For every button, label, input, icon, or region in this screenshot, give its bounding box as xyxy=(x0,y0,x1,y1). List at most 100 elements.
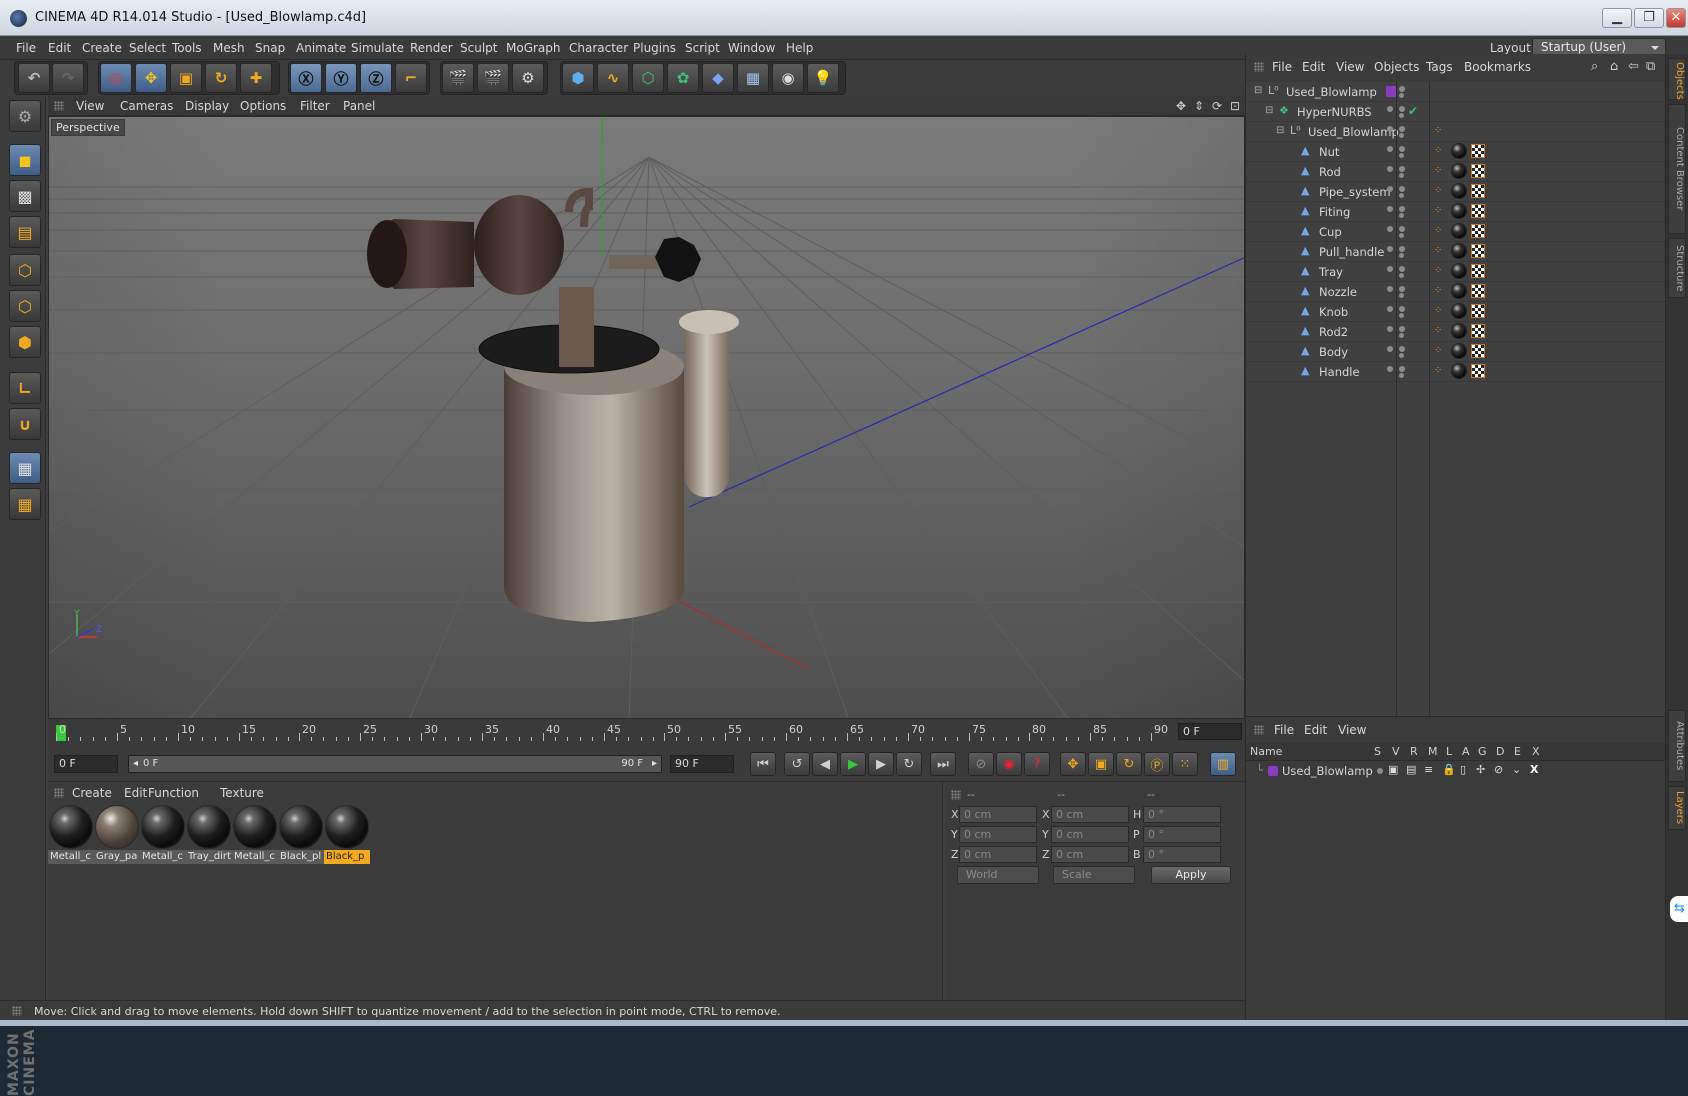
rotation-b-field[interactable]: 0 ° xyxy=(1143,846,1221,863)
object-row[interactable]: ▲ Cup ⁘ xyxy=(1246,222,1666,242)
object-row[interactable]: ▲ Knob ⁘ xyxy=(1246,302,1666,322)
material-swatch[interactable]: Tray_dirt xyxy=(186,804,232,866)
editor-visibility-dot[interactable] xyxy=(1387,286,1393,292)
go-to-start-icon[interactable]: ⏮ xyxy=(750,752,776,776)
end-frame-field[interactable]: 90 F xyxy=(670,755,734,773)
redo-icon[interactable]: ↷ xyxy=(52,63,84,93)
object-name[interactable]: HyperNURBS xyxy=(1297,105,1372,119)
vp-menu-view[interactable]: View xyxy=(76,99,104,113)
panel-grip-icon[interactable] xyxy=(54,788,64,798)
move-tool-icon[interactable]: ✥ xyxy=(135,63,167,93)
scale-tool-icon[interactable]: ▣ xyxy=(170,63,202,93)
editor-visibility-dot[interactable] xyxy=(1387,246,1393,252)
back-icon[interactable]: ⇦ xyxy=(1628,59,1639,74)
render-visibility-dot-lower[interactable] xyxy=(1399,133,1404,138)
layer-column-r[interactable]: R xyxy=(1410,745,1418,758)
editor-visibility-dot[interactable] xyxy=(1387,146,1393,152)
phong-tag-icon[interactable]: ⁘ xyxy=(1434,126,1442,136)
layer-column-s[interactable]: S xyxy=(1374,745,1381,758)
vp-move-nav-icon[interactable]: ✥ xyxy=(1176,99,1186,113)
menu-window[interactable]: Window xyxy=(728,41,775,55)
layer-column-m[interactable]: M xyxy=(1428,745,1438,758)
model-mode-icon[interactable]: ◼ xyxy=(9,144,41,176)
layer-name[interactable]: Used_Blowlamp xyxy=(1282,764,1373,778)
phong-tag-icon[interactable]: ⁘ xyxy=(1434,166,1442,176)
render-visibility-dot-lower[interactable] xyxy=(1399,113,1404,118)
menu-mograph[interactable]: MoGraph xyxy=(506,41,561,55)
deformer-icon[interactable]: ◆ xyxy=(702,63,734,93)
render-visibility-dot[interactable] xyxy=(1399,266,1405,272)
object-row[interactable]: ▲ Nut ⁘ xyxy=(1246,142,1666,162)
layer-menu-file[interactable]: File xyxy=(1274,723,1294,737)
cloner-icon[interactable]: ✿ xyxy=(667,63,699,93)
uvw-tag-icon[interactable] xyxy=(1471,344,1485,358)
phong-tag-icon[interactable]: ⁘ xyxy=(1434,206,1442,216)
render-visibility-dot-lower[interactable] xyxy=(1399,333,1404,338)
render-visibility-dot[interactable] xyxy=(1399,246,1405,252)
layer-column-v[interactable]: V xyxy=(1392,745,1400,758)
tab-content-browser[interactable]: Content Browser xyxy=(1668,104,1686,234)
uvw-tag-icon[interactable] xyxy=(1471,304,1485,318)
phong-tag-icon[interactable]: ⁘ xyxy=(1434,326,1442,336)
object-row[interactable]: ▲ Nozzle ⁘ xyxy=(1246,282,1666,302)
rotation-h-field[interactable]: 0 ° xyxy=(1143,806,1221,823)
tab-objects[interactable]: Objects xyxy=(1668,58,1686,100)
object-name[interactable]: Fiting xyxy=(1319,205,1350,219)
render-visibility-dot[interactable] xyxy=(1399,86,1405,92)
menu-script[interactable]: Script xyxy=(685,41,720,55)
vp-rotate-nav-icon[interactable]: ⟳ xyxy=(1212,99,1222,113)
object-row[interactable]: ⊟ L⁰ Used_Blowlamp xyxy=(1246,82,1666,102)
object-name[interactable]: Knob xyxy=(1319,305,1348,319)
timeline-ruler[interactable]: 0 5 10 15 20 25 30 35 40 45 50 55 60 65 70 75 80 85 90 0 F xyxy=(48,719,1245,746)
material-tag-icon[interactable] xyxy=(1451,303,1467,319)
z-axis-lock-icon[interactable]: Ⓩ xyxy=(360,63,392,93)
teamviewer-icon[interactable]: ⇆ xyxy=(1670,896,1688,922)
editor-visibility-dot[interactable] xyxy=(1387,326,1393,332)
render-visibility-dot[interactable] xyxy=(1399,366,1405,372)
material-tag-icon[interactable] xyxy=(1451,323,1467,339)
object-name[interactable]: Used_Blowlamp xyxy=(1308,125,1399,139)
vp-maximize-icon[interactable]: ⊡ xyxy=(1230,99,1240,113)
mat-menu-edit[interactable]: Edit xyxy=(124,786,147,800)
menu-sculpt[interactable]: Sculpt xyxy=(460,41,497,55)
layer-column-a[interactable]: A xyxy=(1462,745,1470,758)
next-key-icon[interactable]: ↻ xyxy=(896,752,922,776)
new-window-icon[interactable]: ⧉ xyxy=(1646,59,1655,74)
mat-menu-function[interactable]: Function xyxy=(148,786,199,800)
object-name[interactable]: Body xyxy=(1319,345,1348,359)
render-visibility-dot[interactable] xyxy=(1399,206,1405,212)
menu-mesh[interactable]: Mesh xyxy=(213,41,245,55)
material-tag-icon[interactable] xyxy=(1451,163,1467,179)
object-name[interactable]: Rod2 xyxy=(1319,325,1348,339)
expand-collapse-icon[interactable]: ⊟ xyxy=(1254,85,1262,96)
layer-lock-icon[interactable]: 🔒 xyxy=(1442,763,1456,776)
start-frame-field[interactable]: 0 F xyxy=(54,755,118,773)
coordinate-system-icon[interactable]: ⌐ xyxy=(395,63,427,93)
panel-grip-icon[interactable] xyxy=(951,790,961,800)
size-z-field[interactable]: 0 cm xyxy=(1051,846,1129,863)
layer-expressions-icon[interactable]: ⌄ xyxy=(1512,763,1521,776)
editor-visibility-dot[interactable] xyxy=(1387,266,1393,272)
material-swatch[interactable]: Black_pl xyxy=(278,804,324,866)
render-visibility-dot[interactable] xyxy=(1399,186,1405,192)
layer-animation-icon[interactable]: ▯ xyxy=(1460,763,1466,776)
layer-solo-toggle[interactable] xyxy=(1377,768,1383,774)
coordinate-space-dropdown[interactable]: World xyxy=(957,866,1039,884)
editor-visibility-dot[interactable] xyxy=(1387,346,1393,352)
phong-tag-icon[interactable]: ⁘ xyxy=(1434,306,1442,316)
menu-edit[interactable]: Edit xyxy=(48,41,71,55)
object-row[interactable]: ⊟ L⁰ Used_Blowlamp ⁘ xyxy=(1246,122,1666,142)
panel-grip-icon[interactable] xyxy=(1254,62,1264,72)
light-icon[interactable]: 💡 xyxy=(807,63,839,93)
uvw-tag-icon[interactable] xyxy=(1471,144,1485,158)
render-visibility-dot-lower[interactable] xyxy=(1399,373,1404,378)
material-tag-icon[interactable] xyxy=(1451,143,1467,159)
points-mode-icon[interactable]: ⬡ xyxy=(9,254,41,286)
obj-menu-view[interactable]: View xyxy=(1336,60,1364,74)
render-visibility-dot-lower[interactable] xyxy=(1399,233,1404,238)
object-name[interactable]: Nut xyxy=(1319,145,1339,159)
record-active-objects-icon[interactable]: ◉ xyxy=(996,752,1022,776)
menu-create[interactable]: Create xyxy=(82,41,122,55)
material-tag-icon[interactable] xyxy=(1451,363,1467,379)
workplane-lock-icon[interactable]: ▦ xyxy=(9,452,41,484)
